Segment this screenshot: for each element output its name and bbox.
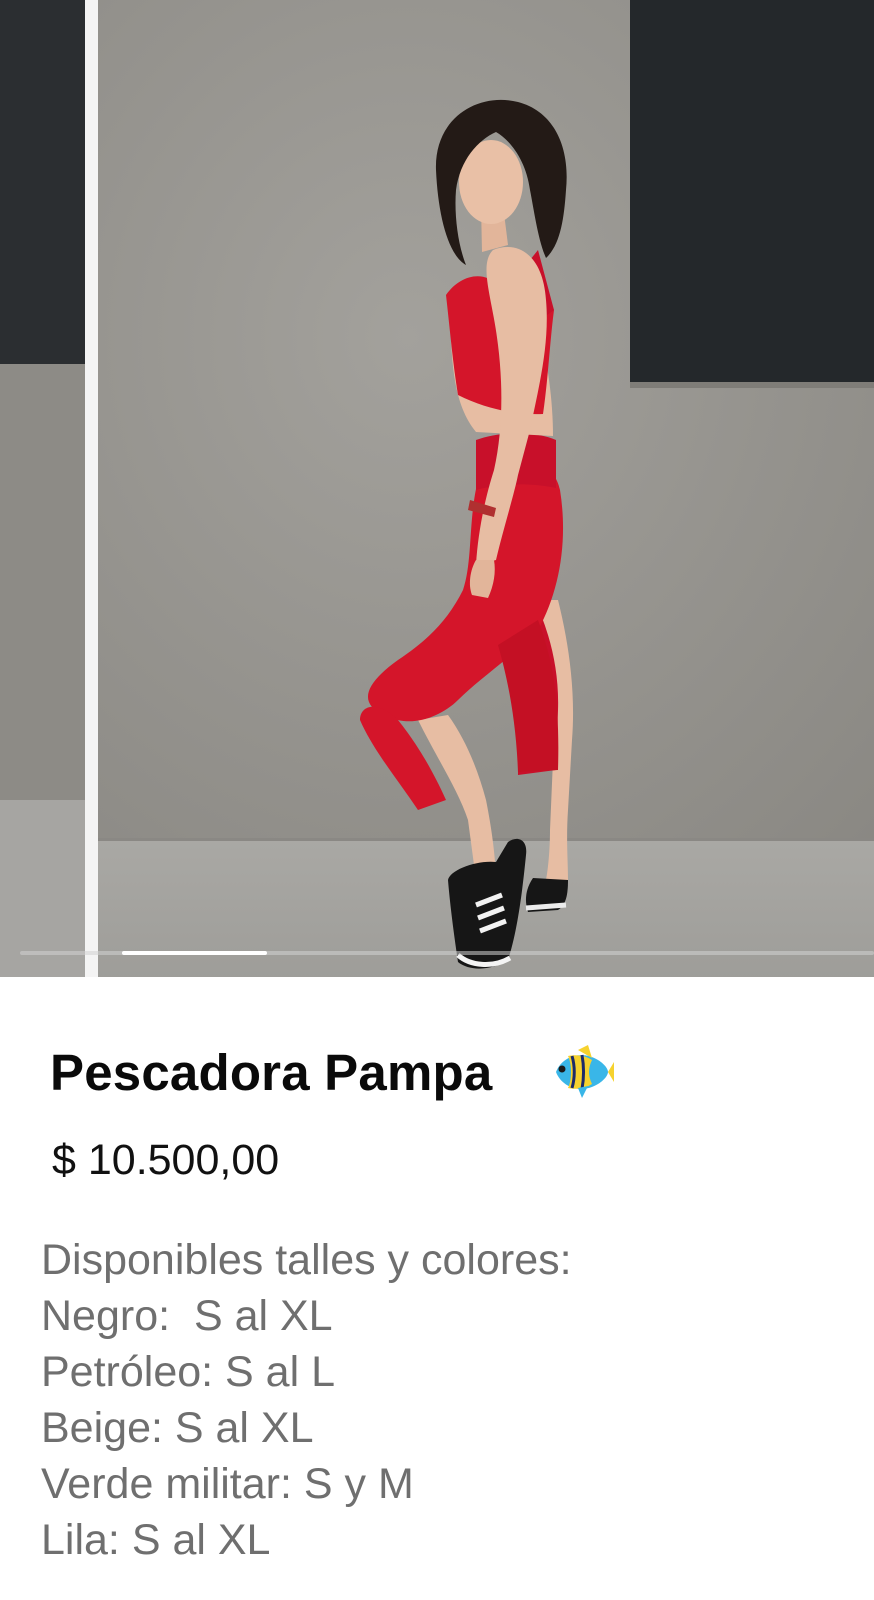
description-line: Negro: S al XL xyxy=(41,1292,333,1340)
description-line: Verde militar: S y M xyxy=(41,1460,414,1508)
slide-divider xyxy=(85,0,98,977)
product-image-carousel[interactable] xyxy=(0,0,874,977)
description-line: Lila: S al XL xyxy=(41,1516,271,1564)
dark-wall-panel xyxy=(0,0,85,364)
previous-slide-image[interactable] xyxy=(0,0,85,977)
carousel-progress-indicator xyxy=(122,951,267,955)
tropical-fish-icon xyxy=(556,1045,614,1098)
model-figure xyxy=(360,99,574,969)
description-line: Disponibles talles y colores: xyxy=(41,1236,572,1284)
product-description: Disponibles talles y colores: Negro: S a… xyxy=(41,1232,572,1568)
product-title: Pescadora Pampa xyxy=(50,1044,493,1101)
description-line: Petróleo: S al L xyxy=(41,1348,336,1396)
product-photo[interactable] xyxy=(98,0,874,977)
description-line: Beige: S al XL xyxy=(41,1404,314,1452)
product-price: $ 10.500,00 xyxy=(52,1136,280,1184)
carousel-progress-track xyxy=(20,951,874,955)
